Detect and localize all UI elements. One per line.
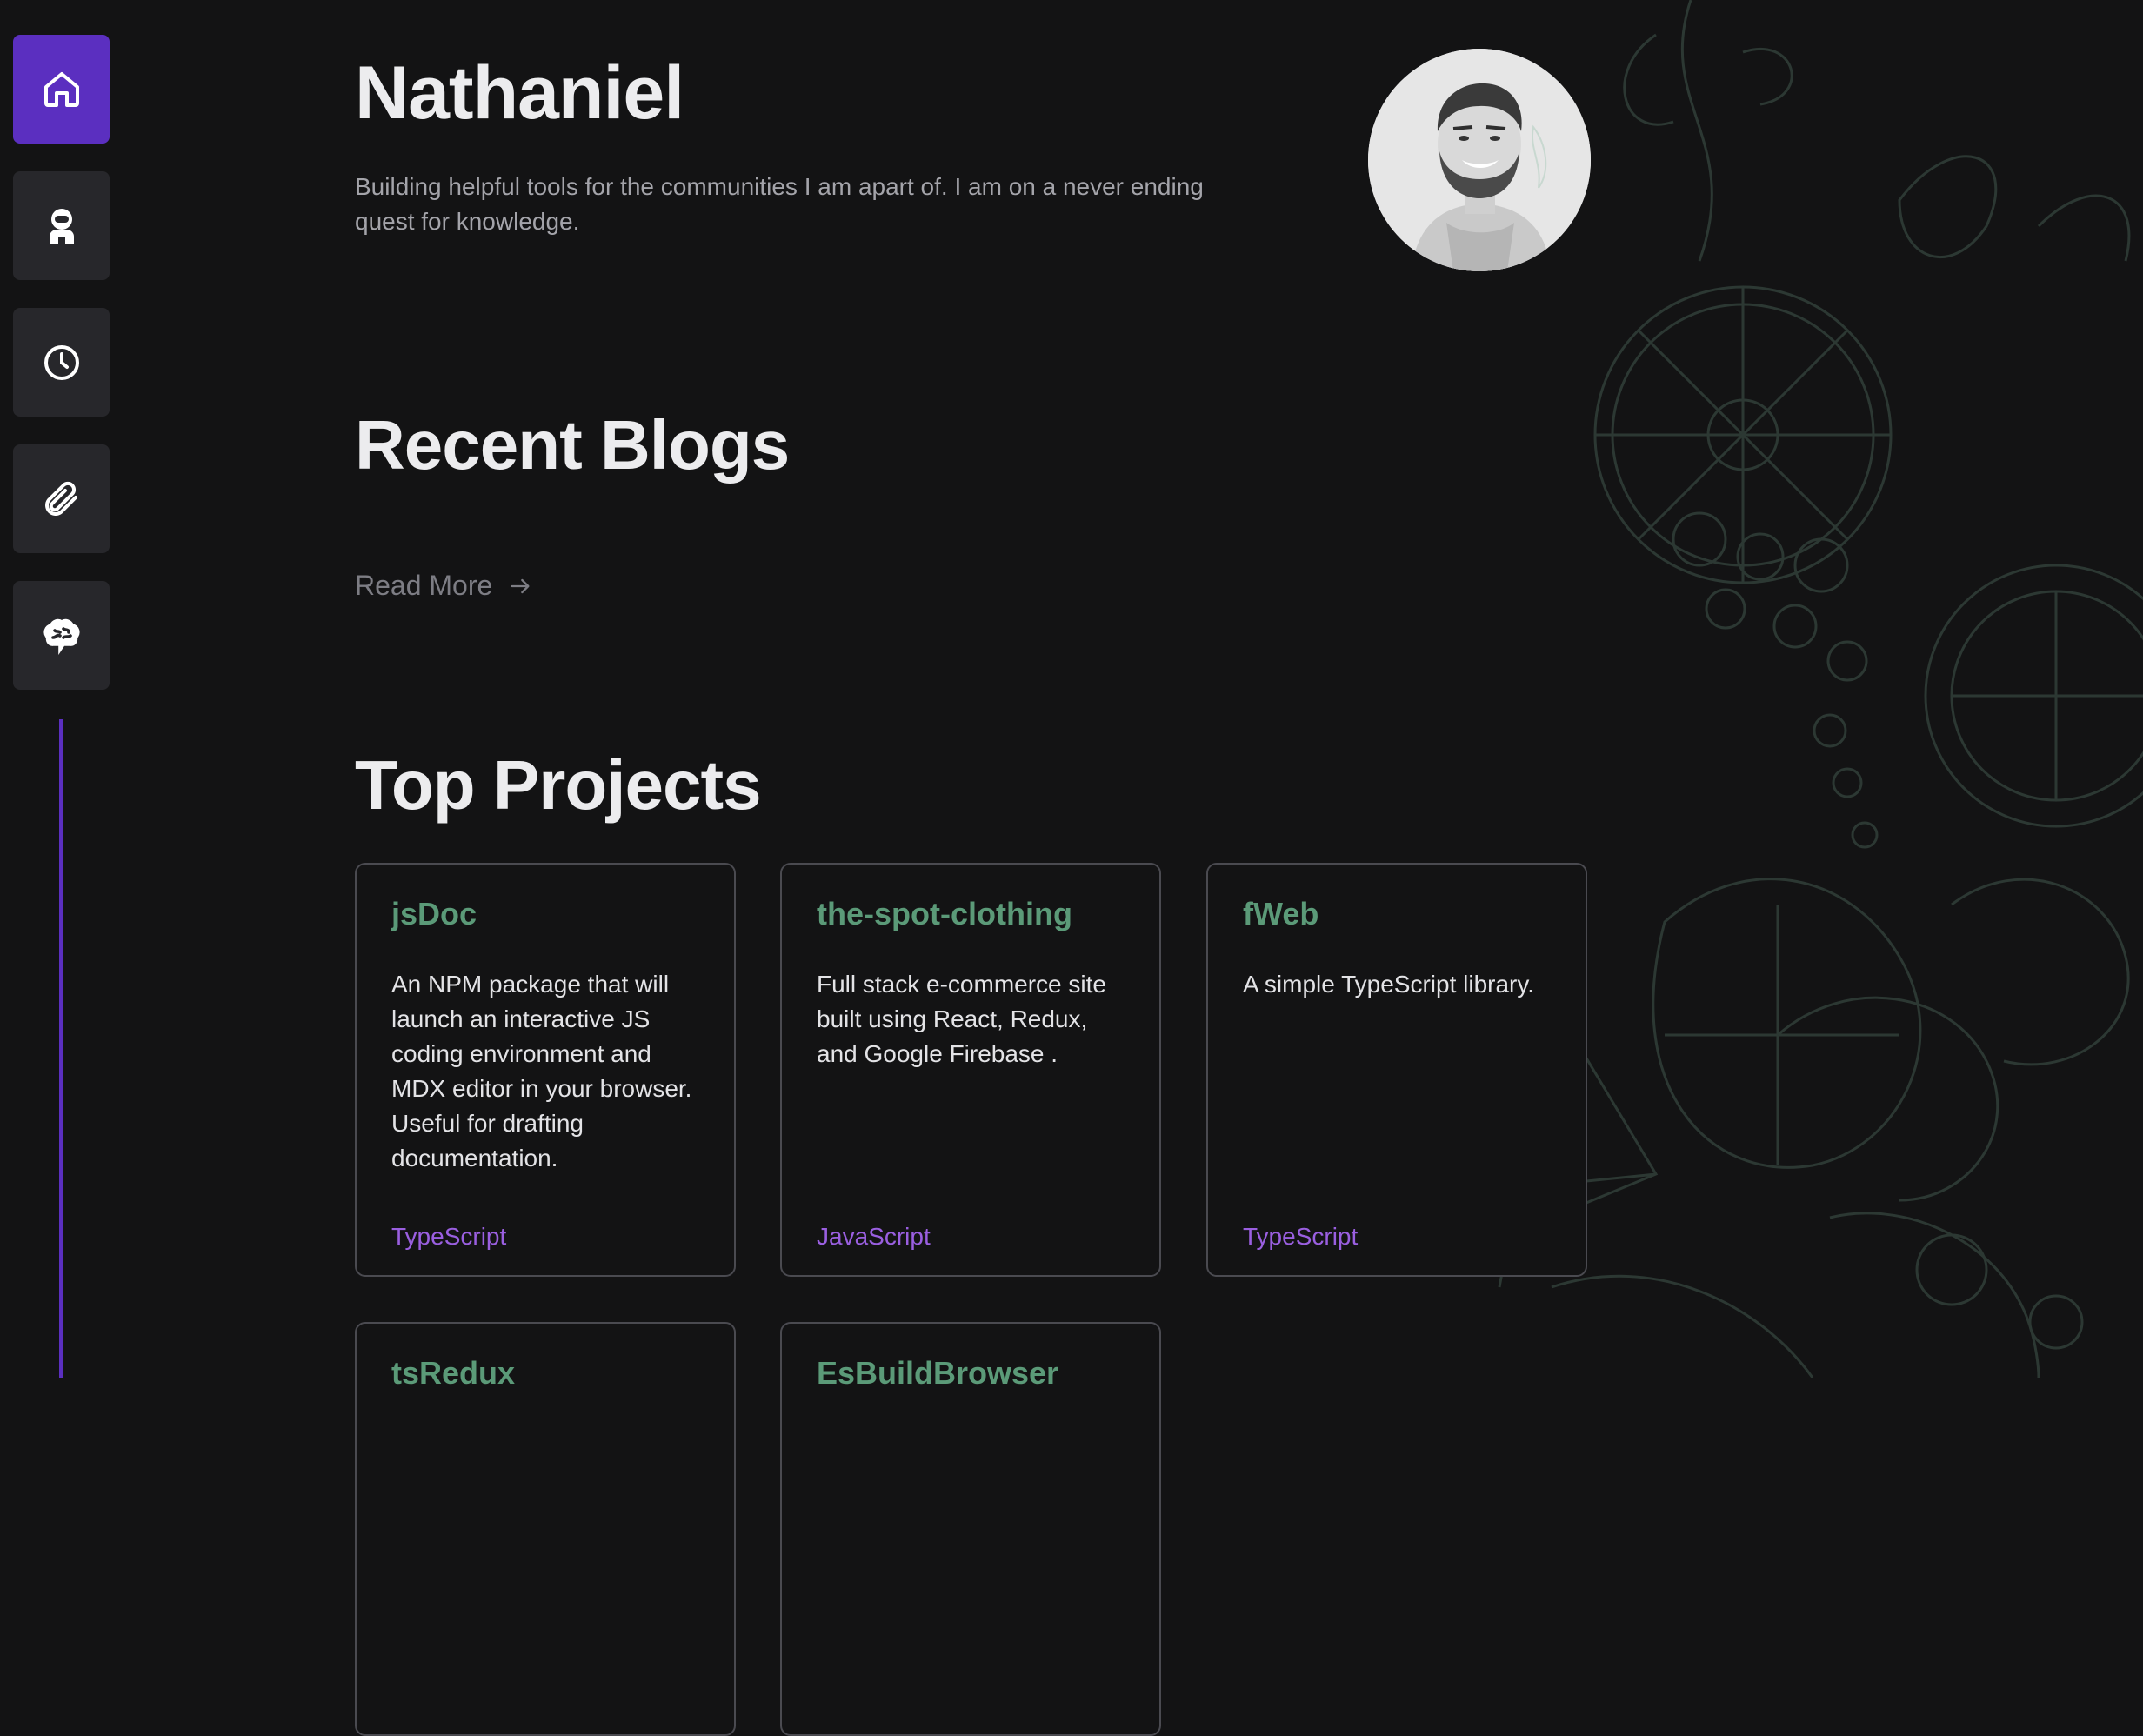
- project-description: Full stack e-commerce site built using R…: [817, 971, 1106, 1067]
- project-card-tsredux[interactable]: tsRedux: [355, 1322, 736, 1736]
- top-projects-heading: Top Projects: [355, 746, 762, 824]
- nav-home-button[interactable]: [13, 35, 110, 144]
- sidebar-timeline-line: [59, 719, 63, 1378]
- project-description: A simple TypeScript library.: [1243, 971, 1535, 998]
- recent-blogs-heading: Recent Blogs: [355, 406, 790, 484]
- project-language: TypeScript: [391, 1223, 507, 1250]
- read-more-label: Read More: [355, 570, 493, 601]
- project-description: An NPM package that will launch an inter…: [391, 971, 692, 1172]
- avatar: [1368, 49, 1591, 271]
- project-title: jsDoc: [391, 896, 477, 931]
- bio-text: Building helpful tools for the communiti…: [355, 173, 1204, 235]
- profile-portrait-image: [1368, 49, 1591, 271]
- brain-icon: [43, 618, 80, 655]
- nav-resources-button[interactable]: [13, 444, 110, 553]
- project-language: TypeScript: [1243, 1223, 1359, 1250]
- project-title: tsRedux: [391, 1355, 516, 1391]
- project-card-jsdoc[interactable]: jsDoc An NPM package that will launch an…: [355, 863, 736, 1277]
- sidebar-nav: [13, 35, 110, 718]
- project-card-the-spot-clothing[interactable]: the-spot-clothing Full stack e-commerce …: [780, 863, 1161, 1277]
- project-card-esbuildbrowser[interactable]: EsBuildBrowser: [780, 1322, 1161, 1736]
- page-title: Nathaniel: [355, 51, 684, 135]
- clock-icon: [43, 344, 79, 380]
- astronaut-icon: [49, 208, 74, 244]
- project-title: fWeb: [1243, 896, 1319, 931]
- paperclip-icon: [44, 481, 77, 516]
- project-language: JavaScript: [817, 1223, 931, 1250]
- project-title: the-spot-clothing: [817, 896, 1072, 931]
- project-card-fweb[interactable]: fWeb A simple TypeScript library. TypeSc…: [1206, 863, 1587, 1277]
- project-title: EsBuildBrowser: [817, 1355, 1059, 1391]
- nav-about-button[interactable]: [13, 171, 110, 280]
- arrow-right-icon: [511, 578, 530, 593]
- read-more-link[interactable]: Read More: [355, 570, 532, 602]
- nav-knowledge-button[interactable]: [13, 581, 110, 690]
- nav-history-button[interactable]: [13, 308, 110, 417]
- home-icon: [43, 71, 79, 107]
